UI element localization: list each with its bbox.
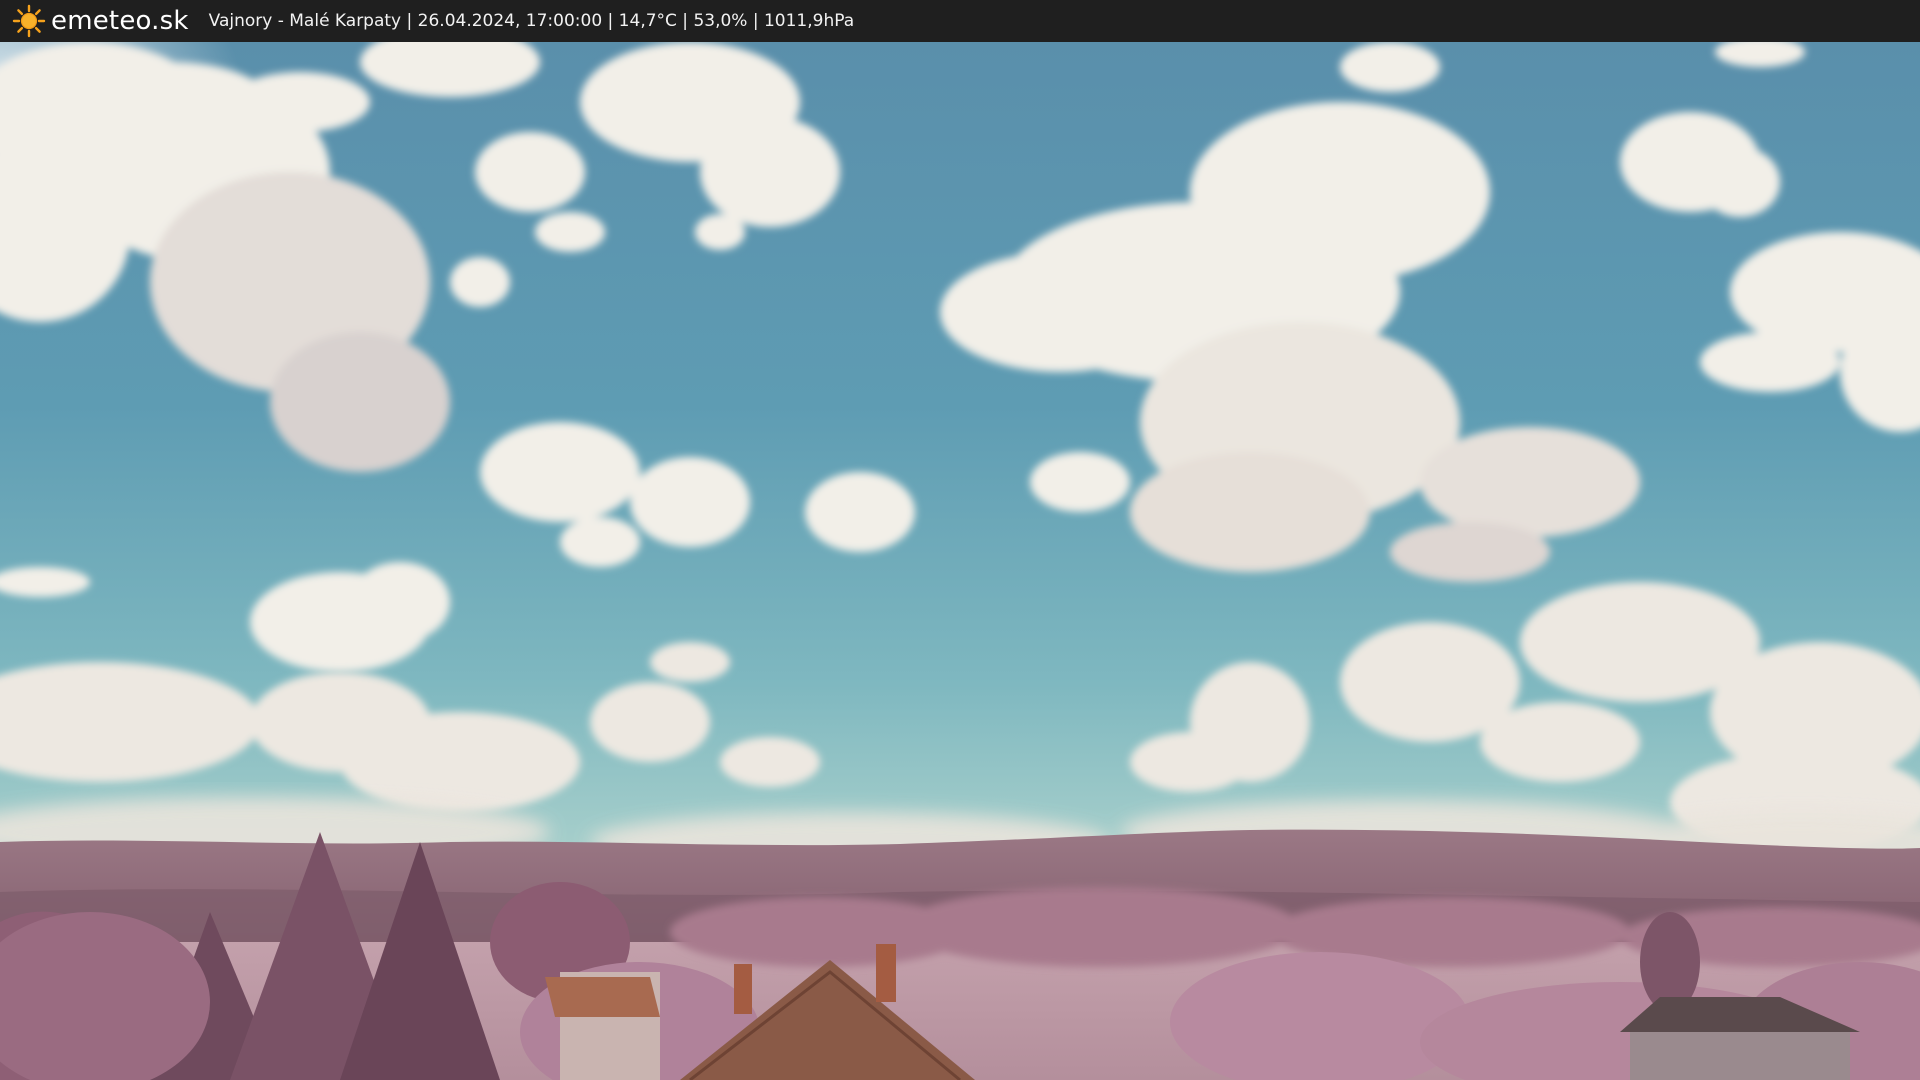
webcam-view: emeteo.sk Vajnory - Malé Karpaty | 26.04…: [0, 0, 1920, 1080]
brand-logo[interactable]: emeteo.sk: [12, 4, 189, 38]
webcam-caption: Vajnory - Malé Karpaty | 26.04.2024, 17:…: [208, 11, 855, 31]
brand-name: emeteo.sk: [51, 6, 189, 36]
sun-icon: [12, 4, 46, 38]
webcam-info-bar: emeteo.sk Vajnory - Malé Karpaty | 26.04…: [0, 0, 1920, 42]
webcam-image: [0, 42, 1920, 1080]
